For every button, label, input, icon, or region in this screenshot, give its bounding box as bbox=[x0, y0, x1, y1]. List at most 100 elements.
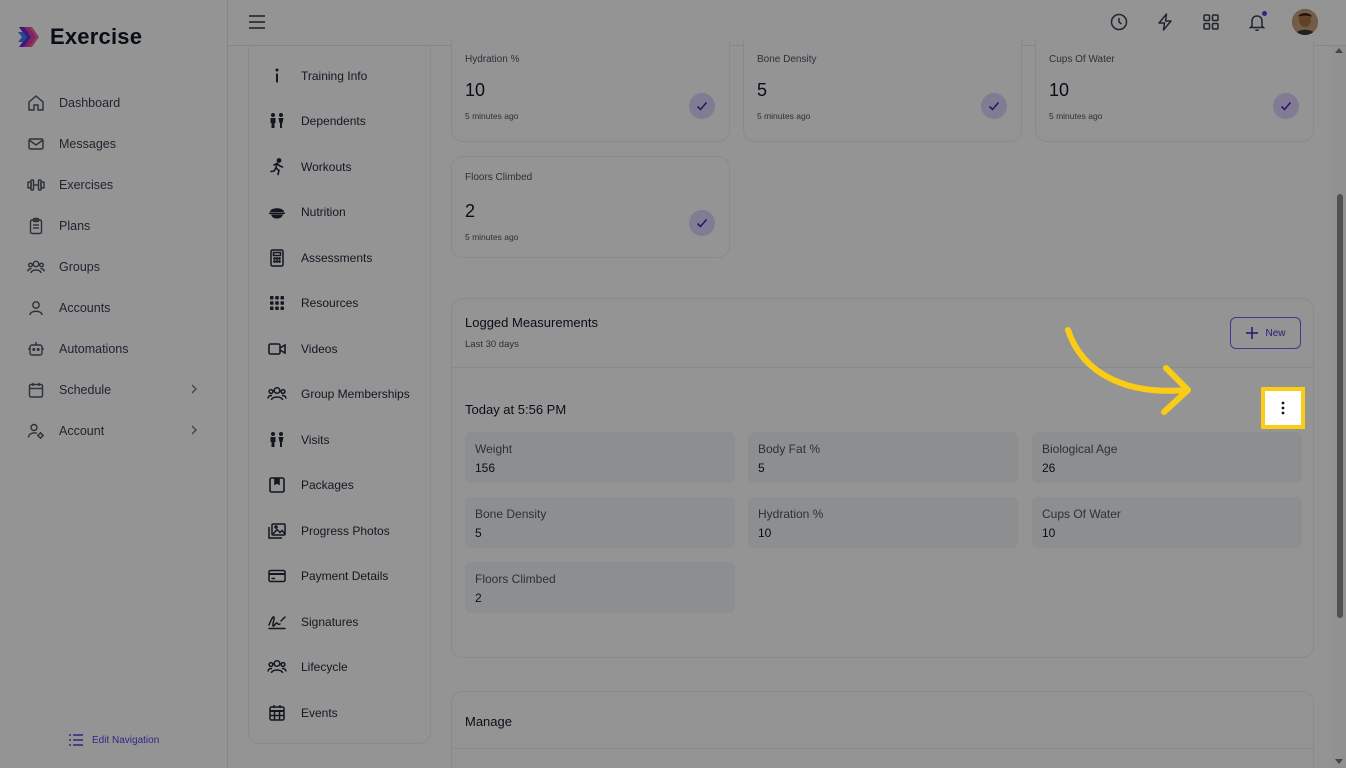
sidebar-item-dashboard[interactable]: Dashboard bbox=[0, 82, 228, 123]
notification-dot bbox=[1262, 11, 1267, 16]
sidebar-item-label: Plans bbox=[59, 218, 91, 233]
sidebar-item-messages[interactable]: Messages bbox=[0, 123, 228, 164]
metric-timestamp: 5 minutes ago bbox=[465, 111, 519, 121]
edit-navigation-link[interactable]: Edit Navigation bbox=[68, 733, 159, 747]
measurement-value: 26 bbox=[1042, 461, 1056, 475]
bolt-icon[interactable] bbox=[1154, 11, 1176, 33]
subnav-item-training-info[interactable]: Training Info bbox=[249, 53, 430, 99]
subnav-item-nutrition[interactable]: Nutrition bbox=[249, 190, 430, 236]
calendar-grid-icon bbox=[267, 703, 287, 723]
metric-card-hydration[interactable]: Hydration % 10 5 minutes ago bbox=[451, 40, 730, 142]
measurement-label: Cups Of Water bbox=[1042, 507, 1121, 521]
measurement-cell: Hydration % 10 bbox=[748, 497, 1018, 548]
measurement-label: Bone Density bbox=[475, 507, 547, 521]
measurement-value: 10 bbox=[758, 526, 772, 540]
sidebar-item-schedule[interactable]: Schedule bbox=[0, 369, 228, 410]
info-icon bbox=[267, 66, 287, 86]
home-icon bbox=[27, 94, 45, 112]
scroll-up-arrow-icon[interactable] bbox=[1335, 48, 1343, 53]
measurement-cell: Cups Of Water 10 bbox=[1032, 497, 1302, 548]
metric-value: 2 bbox=[465, 201, 476, 221]
subnav-item-label: Visits bbox=[301, 432, 330, 447]
measurement-value: 10 bbox=[1042, 526, 1056, 540]
subnav-item-resources[interactable]: Resources bbox=[249, 281, 430, 327]
metric-card-bone-density[interactable]: Bone Density 5 5 minutes ago bbox=[743, 40, 1022, 142]
history-icon[interactable] bbox=[1108, 11, 1130, 33]
check-icon bbox=[981, 93, 1007, 119]
subnav-item-label: Resources bbox=[301, 296, 359, 311]
signature-icon bbox=[267, 612, 287, 632]
sidebar-item-label: Messages bbox=[59, 136, 116, 151]
page-scrollbar[interactable] bbox=[1332, 46, 1346, 768]
entry-timestamp: Today at 5:56 PM bbox=[465, 402, 567, 417]
measurement-label: Weight bbox=[475, 442, 513, 456]
measurement-value: 156 bbox=[475, 461, 496, 475]
metric-card-floors-climbed[interactable]: Floors Climbed 2 5 minutes ago bbox=[451, 156, 730, 258]
check-icon bbox=[689, 93, 715, 119]
running-icon bbox=[267, 157, 287, 177]
subnav-item-workouts[interactable]: Workouts bbox=[249, 144, 430, 190]
metric-card-cups-of-water[interactable]: Cups Of Water 10 5 minutes ago bbox=[1035, 40, 1314, 142]
subnav-item-signatures[interactable]: Signatures bbox=[249, 599, 430, 645]
sidebar-item-accounts[interactable]: Accounts bbox=[0, 287, 228, 328]
measurement-cell: Body Fat % 5 bbox=[748, 432, 1018, 483]
sidebar-item-exercises[interactable]: Exercises bbox=[0, 164, 228, 205]
subnav-item-label: Nutrition bbox=[301, 205, 346, 220]
plus-icon bbox=[1246, 327, 1259, 339]
subnav-item-label: Workouts bbox=[301, 159, 352, 174]
subnav-item-lifecycle[interactable]: Lifecycle bbox=[249, 645, 430, 691]
users-icon bbox=[267, 657, 287, 677]
subnav-item-label: Signatures bbox=[301, 614, 359, 629]
metric-label: Cups Of Water bbox=[1049, 54, 1115, 65]
sidebar-item-groups[interactable]: Groups bbox=[0, 246, 228, 287]
sidebar-nav: Dashboard Messages Exercises Plans Group… bbox=[0, 82, 228, 451]
subnav-item-visits[interactable]: Visits bbox=[249, 417, 430, 463]
new-measurement-button[interactable]: New bbox=[1230, 317, 1301, 349]
measurement-cell: Weight 156 bbox=[465, 432, 735, 483]
sidebar-item-label: Exercises bbox=[59, 177, 114, 192]
section-subtitle: Last 30 days bbox=[465, 339, 519, 350]
scroll-down-arrow-icon[interactable] bbox=[1335, 759, 1343, 764]
subnav-item-label: Packages bbox=[301, 478, 354, 493]
measurement-cell: Floors Climbed 2 bbox=[465, 562, 735, 613]
measurement-label: Biological Age bbox=[1042, 442, 1118, 456]
users-icon bbox=[27, 258, 45, 276]
calendar-icon bbox=[27, 381, 45, 399]
subnav-item-assessments[interactable]: Assessments bbox=[249, 235, 430, 281]
sidebar-item-automations[interactable]: Automations bbox=[0, 328, 228, 369]
sidebar-item-plans[interactable]: Plans bbox=[0, 205, 228, 246]
top-bar-actions bbox=[1108, 9, 1318, 35]
brand-name: Exercise bbox=[50, 24, 143, 49]
subnav-item-label: Videos bbox=[301, 341, 338, 356]
subnav-item-events[interactable]: Events bbox=[249, 690, 430, 736]
measurement-label: Hydration % bbox=[758, 507, 824, 521]
measurement-label: Body Fat % bbox=[758, 442, 821, 456]
subnav-item-packages[interactable]: Packages bbox=[249, 463, 430, 509]
subnav-item-label: Progress Photos bbox=[301, 523, 390, 538]
metric-label: Hydration % bbox=[465, 54, 520, 65]
brand[interactable]: Exercise bbox=[16, 24, 142, 50]
measurement-cell: Bone Density 5 bbox=[465, 497, 735, 548]
hamburger-menu-icon[interactable] bbox=[248, 14, 266, 30]
subnav-item-label: Group Memberships bbox=[301, 387, 410, 402]
apps-grid-icon[interactable] bbox=[1200, 11, 1222, 33]
measurement-value: 5 bbox=[475, 526, 482, 540]
subnav-item-videos[interactable]: Videos bbox=[249, 326, 430, 372]
subnav-item-group-memberships[interactable]: Group Memberships bbox=[249, 372, 430, 418]
subnav-item-dependents[interactable]: Dependents bbox=[249, 99, 430, 145]
subnav-item-progress-photos[interactable]: Progress Photos bbox=[249, 508, 430, 554]
subnav-item-payment-details[interactable]: Payment Details bbox=[249, 554, 430, 600]
more-options-button[interactable] bbox=[1261, 387, 1305, 429]
bowl-icon bbox=[267, 202, 287, 222]
family-icon bbox=[267, 430, 287, 450]
bell-icon[interactable] bbox=[1246, 11, 1268, 33]
user-gear-icon bbox=[27, 422, 45, 440]
subnav-item-label: Training Info bbox=[301, 68, 368, 83]
avatar[interactable] bbox=[1292, 9, 1318, 35]
scrollbar-thumb[interactable] bbox=[1337, 194, 1343, 618]
calculator-icon bbox=[267, 248, 287, 268]
sidebar-item-account[interactable]: Account bbox=[0, 410, 228, 451]
divider bbox=[452, 748, 1313, 749]
subnav-item-label: Payment Details bbox=[301, 569, 389, 584]
dumbbell-icon bbox=[27, 176, 45, 194]
